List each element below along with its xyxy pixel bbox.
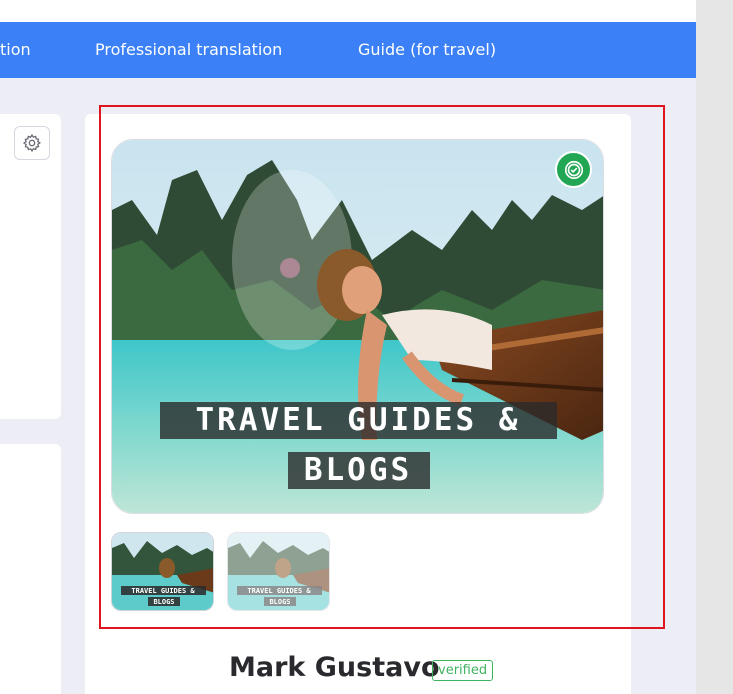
settings-button[interactable] (14, 126, 50, 160)
banner-line-1: TRAVEL GUIDES & (196, 402, 521, 438)
thumbnail-line-2: BLOGS (269, 598, 290, 606)
category-nav: tion Professional translation Guide (for… (0, 22, 696, 78)
gear-icon (22, 133, 42, 153)
nav-item-translation[interactable]: tion (0, 22, 31, 78)
thumbnail-image: TRAVEL GUIDES & BLOGS (112, 533, 213, 610)
banner-line-2: BLOGS (304, 452, 412, 488)
page-gutter (696, 0, 733, 694)
verified-tag: verified (432, 660, 494, 681)
nav-item-guide-for-travel[interactable]: Guide (for travel) (358, 22, 496, 78)
gallery-thumbnail[interactable]: TRAVEL GUIDES & BLOGS (111, 532, 214, 611)
provider-name: Mark Gustavo (229, 652, 440, 683)
gallery-thumbnail[interactable]: TRAVEL GUIDES & BLOGS (227, 532, 330, 611)
top-bar (0, 0, 696, 22)
verified-badge (555, 151, 592, 188)
travel-photo: TRAVEL GUIDES & BLOGS (112, 140, 603, 513)
gallery-main-image[interactable]: TRAVEL GUIDES & BLOGS (111, 139, 604, 514)
thumbnail-line-1: TRAVEL GUIDES & (131, 587, 195, 595)
thumbnail-line-1: TRAVEL GUIDES & (247, 587, 311, 595)
verified-check-icon (564, 160, 583, 179)
side-panel-secondary (0, 444, 61, 694)
nav-item-professional-translation[interactable]: Professional translation (95, 22, 282, 78)
thumbnail-line-2: BLOGS (153, 598, 174, 606)
thumbnail-image: TRAVEL GUIDES & BLOGS (228, 533, 329, 610)
